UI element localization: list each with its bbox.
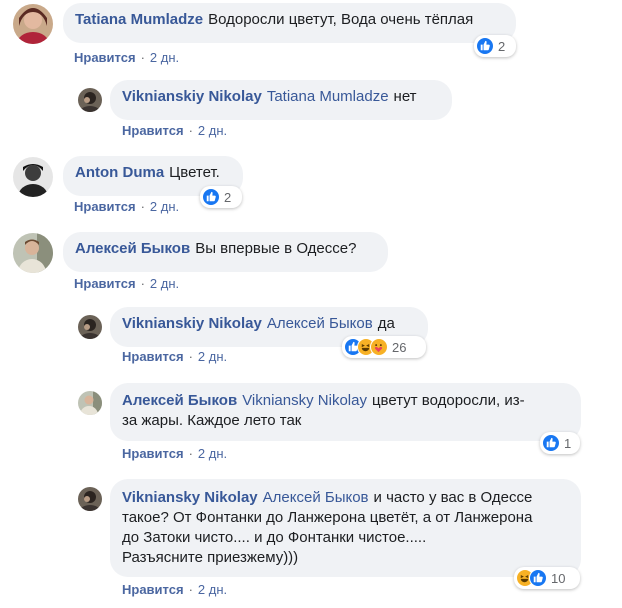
reaction-count[interactable]: 1	[540, 432, 580, 454]
avatar[interactable]	[78, 315, 102, 339]
avatar[interactable]	[13, 233, 53, 273]
comment-text: нет	[393, 88, 417, 105]
comment-actions: Нравится · 2 дн.	[74, 50, 180, 65]
comment-actions: Нравится · 2 дн.	[74, 199, 180, 214]
comment-actions: Нравится · 2 дн.	[122, 582, 228, 597]
mention-link[interactable]: Алексей Быков	[263, 489, 369, 506]
like-link[interactable]: Нравится	[122, 582, 184, 597]
comment-bubble: Viknianskiy Nikolay Tatiana Mumladze нет	[110, 80, 452, 120]
comment-author[interactable]: Viknianskiy Nikolay	[122, 88, 262, 105]
like-link[interactable]: Нравится	[122, 349, 184, 364]
comment-bubble: Алексей Быков Вы впервые в Одессе?	[63, 232, 388, 272]
reaction-count[interactable]: 2	[200, 186, 242, 208]
comment-text: Водоросли цветут, Вода очень тёплая	[208, 11, 474, 28]
like-reaction-icon	[202, 188, 220, 206]
comment-text-continued: за жары. Каждое лето так	[122, 412, 302, 429]
like-link[interactable]: Нравится	[74, 276, 136, 291]
comment-author[interactable]: Vikniansky Nikolay	[122, 489, 258, 506]
like-link[interactable]: Нравится	[122, 446, 184, 461]
like-reaction-icon	[542, 434, 560, 452]
reaction-number: 10	[551, 570, 566, 586]
reaction-number: 26	[392, 339, 407, 355]
like-link[interactable]: Нравится	[122, 123, 184, 138]
comment-author[interactable]: Viknianskiy Nikolay	[122, 315, 262, 332]
avatar[interactable]	[78, 487, 102, 511]
comment-time[interactable]: 2 дн.	[150, 50, 179, 65]
comment-actions: Нравится · 2 дн.	[122, 446, 228, 461]
comment-text-continued: Разъясните приезжему)))	[122, 549, 299, 566]
comment-text-continued: до Затоки чисто.... и до Фонтанки чистое…	[122, 529, 427, 546]
comment-text: Цветет.	[169, 164, 220, 181]
like-link[interactable]: Нравится	[74, 199, 136, 214]
comment-actions: Нравится · 2 дн.	[74, 276, 180, 291]
mention-link[interactable]: Vikniansky Nikolay	[242, 392, 367, 409]
comment-author[interactable]: Anton Duma	[75, 164, 164, 181]
avatar[interactable]	[78, 391, 102, 415]
comment-bubble: Tatiana Mumladze Водоросли цветут, Вода о…	[63, 3, 516, 43]
comment-time[interactable]: 2 дн.	[150, 276, 179, 291]
mention-link[interactable]: Алексей Быков	[267, 315, 373, 332]
reaction-number: 2	[224, 189, 232, 205]
comment-bubble: Vikniansky Nikolay Алексей Быков и часто у…	[110, 479, 581, 577]
comment-text: Вы впервые в Одессе?	[195, 240, 357, 257]
comment-time[interactable]: 2 дн.	[150, 199, 179, 214]
comment-text-continued: такое? От Фонтанки до Ланжерона цветёт, …	[122, 509, 533, 526]
reaction-number: 2	[498, 38, 506, 54]
like-reaction-icon	[476, 37, 494, 55]
care-reaction-icon	[370, 338, 388, 356]
avatar[interactable]	[13, 157, 53, 197]
comment-time[interactable]: 2 дн.	[198, 582, 227, 597]
reaction-number: 1	[564, 435, 572, 451]
reaction-count[interactable]: 2	[474, 35, 516, 57]
comment-text: да	[377, 315, 395, 332]
avatar[interactable]	[13, 4, 53, 44]
comment-actions: Нравится · 2 дн.	[122, 349, 228, 364]
mention-link[interactable]: Tatiana Mumladze	[267, 88, 389, 105]
reaction-count[interactable]: 26	[342, 336, 426, 358]
comment-author[interactable]: Алексей Быков	[122, 392, 237, 409]
comment-time[interactable]: 2 дн.	[198, 123, 227, 138]
comment-author[interactable]: Алексей Быков	[75, 240, 190, 257]
like-reaction-icon	[529, 569, 547, 587]
comment-author[interactable]: Tatiana Mumladze	[75, 11, 203, 28]
avatar[interactable]	[78, 88, 102, 112]
comment-actions: Нравится · 2 дн.	[122, 123, 228, 138]
like-link[interactable]: Нравится	[74, 50, 136, 65]
comment-text: цветут водоросли, из-	[371, 392, 525, 409]
comment-time[interactable]: 2 дн.	[198, 349, 227, 364]
comment-bubble: Алексей Быков Vikniansky Nikolay цветут во…	[110, 383, 581, 441]
comment-text: и часто у вас в Одессе	[373, 489, 533, 506]
comment-time[interactable]: 2 дн.	[198, 446, 227, 461]
reaction-count[interactable]: 10	[514, 567, 580, 589]
